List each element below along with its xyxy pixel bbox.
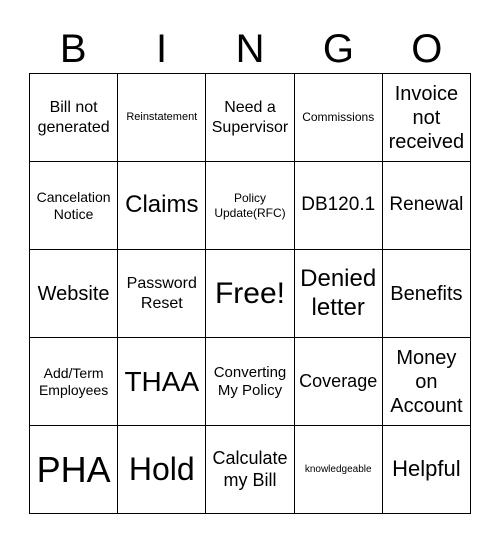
bingo-cell[interactable]: knowledgeable: [294, 426, 383, 514]
bingo-cell[interactable]: Denied letter: [294, 250, 383, 338]
bingo-cell[interactable]: Password Reset: [118, 250, 207, 338]
bingo-cell[interactable]: Money on Account: [382, 338, 471, 426]
header-letter: O: [411, 27, 443, 71]
bingo-cell[interactable]: Need a Supervisor: [206, 74, 295, 162]
bingo-cell[interactable]: PHA: [30, 426, 119, 514]
bingo-cell[interactable]: Helpful: [382, 426, 471, 514]
bingo-cell[interactable]: Cancelation Notice: [30, 162, 119, 250]
bingo-cell[interactable]: Policy Update(RFC): [206, 162, 295, 250]
bingo-cell[interactable]: Converting My Policy: [206, 338, 295, 426]
bingo-cell[interactable]: Calculate my Bill: [206, 426, 295, 514]
bingo-cell[interactable]: THAA: [118, 338, 207, 426]
bingo-cell[interactable]: Renewal: [382, 162, 471, 250]
header-letter: N: [235, 27, 265, 71]
header-letter: G: [322, 27, 354, 71]
bingo-cell[interactable]: Bill not generated: [30, 74, 119, 162]
bingo-cell[interactable]: Website: [30, 250, 119, 338]
bingo-cell[interactable]: DB120.1: [294, 162, 383, 250]
bingo-cell[interactable]: Commissions: [294, 74, 383, 162]
bingo-cell[interactable]: Hold: [118, 426, 207, 514]
bingo-cell[interactable]: Add/Term Employees: [30, 338, 119, 426]
header-letter: I: [156, 27, 168, 71]
bingo-header: BINGO: [29, 24, 471, 74]
bingo-cell[interactable]: Benefits: [382, 250, 471, 338]
bingo-cell[interactable]: Reinstatement: [118, 74, 207, 162]
header-letter: B: [59, 27, 87, 71]
bingo-grid: Bill not generated Reinstatement Need a Su…: [29, 73, 471, 514]
bingo-cell[interactable]: Coverage: [294, 338, 383, 426]
bingo-cell[interactable]: Claims: [118, 162, 207, 250]
free-space-cell[interactable]: Free!: [206, 250, 295, 338]
bingo-cell[interactable]: Invoice not received: [382, 74, 471, 162]
